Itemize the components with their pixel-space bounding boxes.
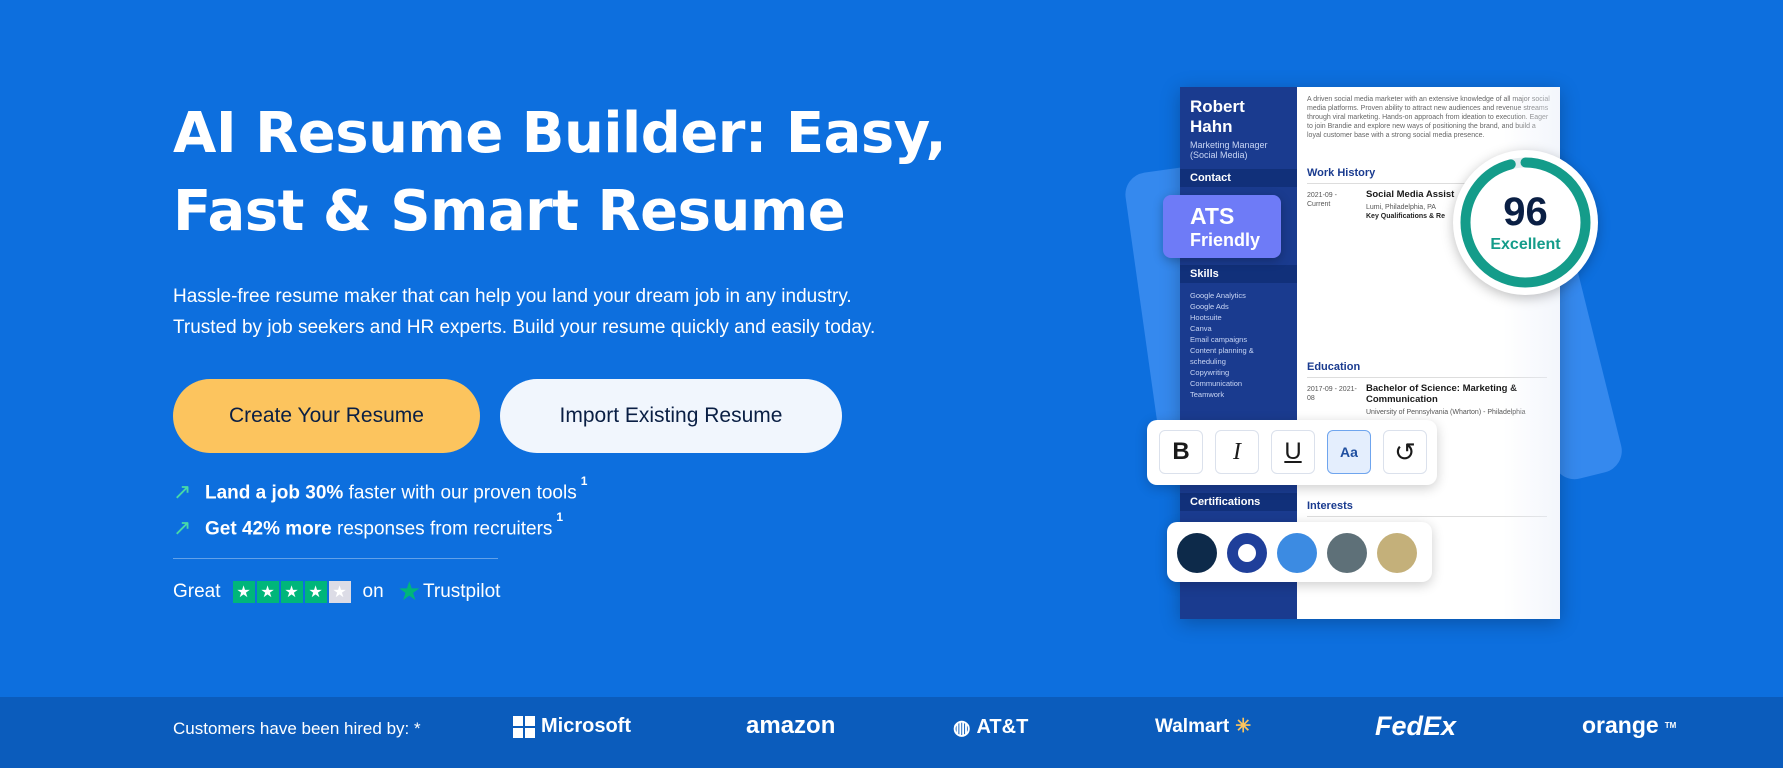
italic-button[interactable]: I xyxy=(1215,430,1259,474)
undo-button[interactable]: ↺ xyxy=(1383,430,1427,474)
rating-on: on xyxy=(362,580,384,602)
score-value: 96 xyxy=(1503,190,1548,234)
footnote-marker: 1 xyxy=(580,473,588,488)
star-icon: ★ xyxy=(256,580,279,603)
resume-skills-list: Google Analytics Google Ads Hootsuite Ca… xyxy=(1190,291,1254,399)
underline-button[interactable]: U xyxy=(1271,430,1315,474)
trustpilot-star-icon: ★ xyxy=(397,576,421,606)
resume-section-certifications: Certifications xyxy=(1180,493,1297,511)
rating-word: Great xyxy=(173,580,221,602)
star-icon: ★ xyxy=(304,580,327,603)
resume-section-contact: Contact xyxy=(1180,169,1297,187)
resume-section-skills: Skills xyxy=(1180,265,1297,283)
page-title: AI Resume Builder: Easy, Fast & Smart Re… xyxy=(173,101,947,244)
benefit-text: responses from recruiters xyxy=(331,518,553,540)
hired-by-bar: Customers have been hired by: * Microsof… xyxy=(0,697,1783,768)
divider xyxy=(173,558,498,559)
orange-logo: orange TM xyxy=(1582,712,1677,738)
microsoft-icon xyxy=(513,715,535,738)
star-icon: ★ xyxy=(328,580,351,603)
amazon-logo: amazon xyxy=(746,712,836,739)
resume-job-title: Social Media Assist xyxy=(1366,189,1455,200)
benefit-text: faster with our proven tools xyxy=(343,482,577,504)
benefit-highlight: Land a job 30% xyxy=(205,482,344,504)
create-resume-button[interactable]: Create Your Resume xyxy=(173,379,480,453)
resume-job-key: Key Qualifications & Re xyxy=(1366,213,1445,220)
resume-role: Marketing Manager (Social Media) xyxy=(1190,140,1268,160)
resume-job-date: 2021-09 - Current xyxy=(1307,192,1337,208)
resume-edu-degree: Bachelor of Science: Marketing & Communi… xyxy=(1366,383,1517,405)
divider xyxy=(1307,516,1547,517)
star-icon: ★ xyxy=(280,580,303,603)
ats-sublabel: Friendly xyxy=(1190,230,1261,250)
color-swatch[interactable] xyxy=(1327,533,1367,573)
spark-icon: ✳ xyxy=(1235,716,1252,737)
resume-section-work: Work History xyxy=(1307,167,1376,179)
bold-button[interactable]: B xyxy=(1159,430,1203,474)
resume-job-company: Lumi, Philadelphia, PA xyxy=(1366,204,1436,211)
trend-up-icon: ↗ xyxy=(173,515,192,540)
color-swatch[interactable] xyxy=(1177,533,1217,573)
subtitle-line-1: Hassle-free resume maker that can help y… xyxy=(173,286,852,307)
trend-up-icon: ↗ xyxy=(173,479,192,504)
resume-name: Robert Hahn xyxy=(1190,97,1245,136)
color-swatch[interactable] xyxy=(1377,533,1417,573)
walmart-logo: Walmart ✳ xyxy=(1155,715,1252,738)
color-swatch[interactable] xyxy=(1277,533,1317,573)
resume-edu-school: University of Pennsylvania (Wharton) - P… xyxy=(1366,409,1526,416)
resume-intro: A driven social media marketer with an e… xyxy=(1307,96,1550,139)
import-resume-button[interactable]: Import Existing Resume xyxy=(500,379,842,453)
att-logo: ◍ AT&T xyxy=(953,716,1029,739)
star-icon: ★ xyxy=(232,580,255,603)
benefit-highlight: Get 42% more xyxy=(205,518,332,540)
benefit-item: ↗ Land a job 30% faster with our proven … xyxy=(173,474,587,505)
ats-label: ATS xyxy=(1190,203,1235,229)
microsoft-logo: Microsoft xyxy=(513,715,631,738)
color-swatch-selected[interactable] xyxy=(1227,533,1267,573)
footnote-marker: 1 xyxy=(556,509,564,524)
resume-edu-date: 2017-09 - 2021-08 xyxy=(1307,386,1357,402)
hero-section: AI Resume Builder: Easy, Fast & Smart Re… xyxy=(0,0,1783,697)
resume-score: 96 Excellent xyxy=(1453,150,1598,295)
hero-subtitle: Hassle-free resume maker that can help y… xyxy=(173,281,933,343)
hired-by-caption: Customers have been hired by: * xyxy=(173,719,421,738)
score-label: Excellent xyxy=(1490,236,1561,253)
divider xyxy=(1307,377,1547,378)
subtitle-line-2: Trusted by job seekers and HR experts. B… xyxy=(173,317,876,338)
trustpilot-brand: Trustpilot xyxy=(422,580,501,602)
format-toolbar: B I U Aa ↺ xyxy=(1147,420,1437,485)
color-palette xyxy=(1167,522,1432,582)
trustpilot-logo: ★ Trustpilot xyxy=(398,576,501,607)
fedex-logo: FedEx xyxy=(1375,711,1457,741)
resume-section-education: Education xyxy=(1307,361,1361,373)
ats-friendly-badge: ATS Friendly xyxy=(1163,195,1281,258)
benefit-item: ↗ Get 42% more responses from recruiters… xyxy=(173,510,563,541)
resume-section-interests: Interests xyxy=(1307,500,1353,512)
trustpilot-rating[interactable]: Great ★ ★ ★ ★ ★ on ★ Trustpilot xyxy=(173,576,500,607)
spellcheck-button[interactable]: Aa xyxy=(1327,430,1371,474)
globe-icon: ◍ xyxy=(953,717,971,739)
rating-stars: ★ ★ ★ ★ ★ xyxy=(232,580,351,603)
